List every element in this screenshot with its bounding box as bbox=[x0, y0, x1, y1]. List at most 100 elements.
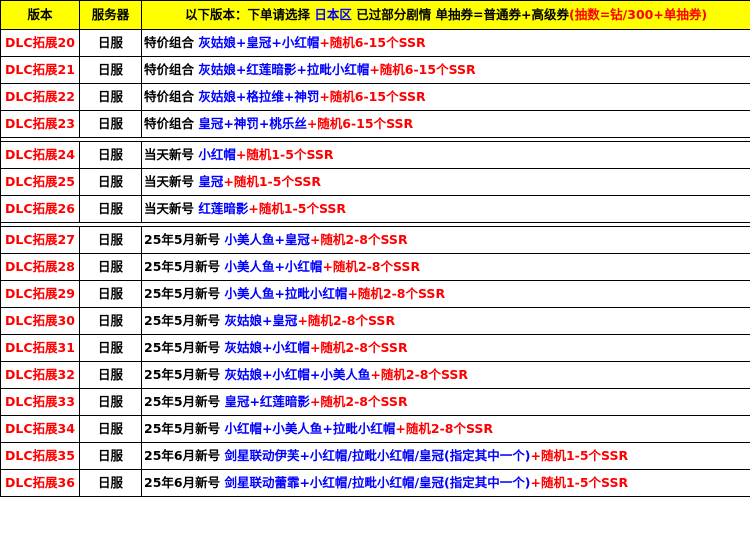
table-body: DLC拓展20 日服 特价组合 灰姑娘+皇冠+小红帽+随机6-15个SSR DLC拓展… bbox=[0, 29, 750, 497]
table-row: DLC拓展32 日服 25年5月新号 灰姑娘+小红帽+小美人鱼+随机2-8个SSR bbox=[0, 361, 750, 389]
header-info-middle: 已过部分剧情 单抽券=普通券+高级券 bbox=[356, 6, 569, 22]
server-cell: 日服 bbox=[79, 334, 142, 362]
server-cell: 日服 bbox=[79, 361, 142, 389]
server-cell: 日服 bbox=[79, 141, 142, 169]
server-cell: 日服 bbox=[79, 29, 142, 57]
table-row: DLC拓展29 日服 25年5月新号 小美人鱼+拉毗小红帽+随机2-8个SSR bbox=[0, 280, 750, 308]
version-cell: DLC拓展24 bbox=[0, 141, 80, 169]
table-row: DLC拓展27 日服 25年5月新号 小美人鱼+皇冠+随机2-8个SSR bbox=[0, 226, 750, 254]
description-random: +随机2-8个SSR bbox=[322, 258, 421, 274]
description-random: +随机1-5个SSR bbox=[223, 173, 322, 189]
version-cell: DLC拓展23 bbox=[0, 110, 80, 138]
version-cell: DLC拓展34 bbox=[0, 415, 80, 443]
description-random: +随机1-5个SSR bbox=[248, 200, 347, 216]
description-prefix: 当天新号 bbox=[144, 146, 195, 162]
description-prefix: 25年5月新号 bbox=[144, 312, 221, 328]
table-row: DLC拓展33 日服 25年5月新号 皇冠+红莲暗影+随机2-8个SSR bbox=[0, 388, 750, 416]
description-cell: 25年5月新号 小美人鱼+皇冠+随机2-8个SSR bbox=[141, 226, 750, 254]
description-cell: 25年5月新号 皇冠+红莲暗影+随机2-8个SSR bbox=[141, 388, 750, 416]
version-cell: DLC拓展25 bbox=[0, 168, 80, 196]
table-row: DLC拓展21 日服 特价组合 灰姑娘+红莲暗影+拉毗小红帽+随机6-15个SSR bbox=[0, 56, 750, 84]
server-cell: 日服 bbox=[79, 388, 142, 416]
table-row: DLC拓展23 日服 特价组合 皇冠+神罚+桃乐丝+随机6-15个SSR bbox=[0, 110, 750, 138]
version-cell: DLC拓展28 bbox=[0, 253, 80, 281]
description-items: 灰姑娘+皇冠+小红帽 bbox=[198, 34, 320, 50]
description-prefix: 25年5月新号 bbox=[144, 366, 221, 382]
header-server: 服务器 bbox=[79, 0, 142, 30]
description-random: +随机2-8个SSR bbox=[297, 312, 396, 328]
version-cell: DLC拓展36 bbox=[0, 469, 80, 497]
description-prefix: 25年5月新号 bbox=[144, 258, 221, 274]
server-cell: 日服 bbox=[79, 442, 142, 470]
description-items: 剑星联动伊芙+小红帽/拉毗小红帽/皇冠(指定其中一个) bbox=[224, 447, 531, 463]
description-prefix: 特价组合 bbox=[144, 115, 195, 131]
description-random: +随机6-15个SSR bbox=[369, 61, 476, 77]
server-cell: 日服 bbox=[79, 415, 142, 443]
table-row: DLC拓展25 日服 当天新号 皇冠+随机1-5个SSR bbox=[0, 168, 750, 196]
server-cell: 日服 bbox=[79, 83, 142, 111]
description-random: +随机6-15个SSR bbox=[319, 88, 426, 104]
server-cell: 日服 bbox=[79, 253, 142, 281]
description-prefix: 25年5月新号 bbox=[144, 339, 221, 355]
description-random: +随机2-8个SSR bbox=[347, 285, 446, 301]
version-cell: DLC拓展31 bbox=[0, 334, 80, 362]
description-cell: 特价组合 灰姑娘+红莲暗影+拉毗小红帽+随机6-15个SSR bbox=[141, 56, 750, 84]
description-items: 小美人鱼+拉毗小红帽 bbox=[224, 285, 348, 301]
description-prefix: 特价组合 bbox=[144, 88, 195, 104]
description-random: +随机1-5个SSR bbox=[530, 474, 629, 490]
server-cell: 日服 bbox=[79, 56, 142, 84]
header-info-prefix: 以下版本：下单请选择 bbox=[184, 6, 310, 22]
version-cell: DLC拓展30 bbox=[0, 307, 80, 335]
server-cell: 日服 bbox=[79, 226, 142, 254]
header-info-formula: (抽数=钻/300+单抽券) bbox=[569, 6, 708, 22]
table-row: DLC拓展35 日服 25年6月新号 剑星联动伊芙+小红帽/拉毗小红帽/皇冠(指定其… bbox=[0, 442, 750, 470]
description-random: +随机2-8个SSR bbox=[309, 231, 408, 247]
description-cell: 25年6月新号 剑星联动蕾霏+小红帽/拉毗小红帽/皇冠(指定其中一个)+随机1-… bbox=[141, 469, 750, 497]
description-random: +随机6-15个SSR bbox=[306, 115, 414, 131]
table-row: DLC拓展34 日服 25年5月新号 小红帽+小美人鱼+拉毗小红帽+随机2-8个SS… bbox=[0, 415, 750, 443]
description-prefix: 25年5月新号 bbox=[144, 393, 221, 409]
description-cell: 特价组合 灰姑娘+格拉维+神罚+随机6-15个SSR bbox=[141, 83, 750, 111]
description-items: 小美人鱼+小红帽 bbox=[224, 258, 323, 274]
table-row: DLC拓展36 日服 25年6月新号 剑星联动蕾霏+小红帽/拉毗小红帽/皇冠(指定其… bbox=[0, 469, 750, 497]
description-random: +随机1-5个SSR bbox=[235, 146, 334, 162]
description-items: 皇冠 bbox=[198, 173, 224, 189]
description-random: +随机2-8个SSR bbox=[309, 393, 408, 409]
dlc-table: 版本 服务器 以下版本：下单请选择 日本区 已过部分剧情 单抽券=普通券+高级券… bbox=[0, 0, 750, 497]
server-cell: 日服 bbox=[79, 110, 142, 138]
description-random: +随机6-15个SSR bbox=[319, 34, 426, 50]
description-prefix: 特价组合 bbox=[144, 61, 195, 77]
description-items: 灰姑娘+红莲暗影+拉毗小红帽 bbox=[198, 61, 370, 77]
description-cell: 25年5月新号 小红帽+小美人鱼+拉毗小红帽+随机2-8个SSR bbox=[141, 415, 750, 443]
description-prefix: 特价组合 bbox=[144, 34, 195, 50]
table-row: DLC拓展26 日服 当天新号 红莲暗影+随机1-5个SSR bbox=[0, 195, 750, 223]
description-cell: 特价组合 灰姑娘+皇冠+小红帽+随机6-15个SSR bbox=[141, 29, 750, 57]
version-cell: DLC拓展27 bbox=[0, 226, 80, 254]
table-row: DLC拓展20 日服 特价组合 灰姑娘+皇冠+小红帽+随机6-15个SSR bbox=[0, 29, 750, 57]
version-cell: DLC拓展26 bbox=[0, 195, 80, 223]
description-items: 小红帽 bbox=[198, 146, 236, 162]
description-items: 灰姑娘+小红帽 bbox=[224, 339, 310, 355]
description-prefix: 25年5月新号 bbox=[144, 231, 221, 247]
table-row: DLC拓展30 日服 25年5月新号 灰姑娘+皇冠+随机2-8个SSR bbox=[0, 307, 750, 335]
description-prefix: 当天新号 bbox=[144, 173, 195, 189]
version-cell: DLC拓展29 bbox=[0, 280, 80, 308]
version-cell: DLC拓展22 bbox=[0, 83, 80, 111]
description-prefix: 25年5月新号 bbox=[144, 420, 221, 436]
description-items: 灰姑娘+格拉维+神罚 bbox=[198, 88, 320, 104]
description-random: +随机2-8个SSR bbox=[370, 366, 469, 382]
description-items: 灰姑娘+皇冠 bbox=[224, 312, 298, 328]
header-info: 以下版本：下单请选择 日本区 已过部分剧情 单抽券=普通券+高级券(抽数=钻/3… bbox=[141, 0, 750, 30]
table-row: DLC拓展28 日服 25年5月新号 小美人鱼+小红帽+随机2-8个SSR bbox=[0, 253, 750, 281]
description-items: 皇冠+红莲暗影 bbox=[224, 393, 310, 409]
description-prefix: 25年6月新号 bbox=[144, 474, 221, 490]
description-items: 灰姑娘+小红帽+小美人鱼 bbox=[224, 366, 371, 382]
table-row: DLC拓展22 日服 特价组合 灰姑娘+格拉维+神罚+随机6-15个SSR bbox=[0, 83, 750, 111]
description-prefix: 当天新号 bbox=[144, 200, 195, 216]
description-prefix: 25年5月新号 bbox=[144, 285, 221, 301]
description-items: 红莲暗影 bbox=[198, 200, 249, 216]
description-cell: 25年5月新号 小美人鱼+拉毗小红帽+随机2-8个SSR bbox=[141, 280, 750, 308]
version-cell: DLC拓展21 bbox=[0, 56, 80, 84]
description-cell: 当天新号 皇冠+随机1-5个SSR bbox=[141, 168, 750, 196]
server-cell: 日服 bbox=[79, 168, 142, 196]
